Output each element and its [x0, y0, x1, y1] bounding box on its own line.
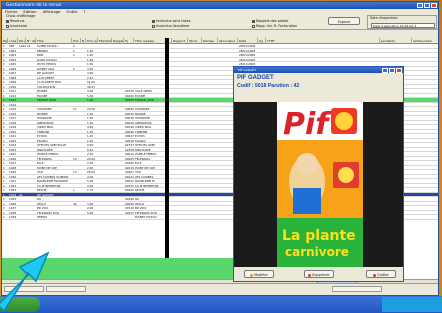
pointer-arrow-icon [0, 251, 50, 313]
checkbox[interactable] [6, 24, 9, 28]
product-dialog: PIF GADGET PIF GADGET Codif : 5018 Parut… [233, 66, 404, 282]
magazine-cover-image: Pif La plante carnivore [277, 102, 363, 267]
date-group-label: Date d'expiration [370, 16, 398, 20]
table-cell [124, 215, 134, 220]
checkbox[interactable] [152, 24, 155, 28]
table-cell: HEBDO [37, 215, 48, 219]
cover-logo: Pif [283, 107, 332, 142]
date-group: Date d'expiration Date d'expiration 01/0… [367, 15, 437, 29]
display-choice-label: Choix d'affichage [6, 14, 36, 18]
maximize-icon[interactable] [424, 3, 430, 8]
filter-option-revenus[interactable]: Revenus [6, 19, 24, 23]
expand-button[interactable]: Expand [328, 17, 360, 25]
table-cell [98, 215, 112, 220]
checkbox[interactable] [152, 19, 155, 23]
modify-button[interactable]: Modifier [244, 270, 274, 278]
filter-option-rapp-inv[interactable]: Rapp. Inv. R. Facturation [252, 24, 297, 28]
status-bar [2, 283, 438, 295]
table-cell [412, 215, 438, 220]
checkbox[interactable] [6, 19, 9, 23]
cover-subline: carnivore [285, 245, 349, 259]
column-divider [165, 38, 169, 284]
delete-button[interactable]: Supprimer [304, 270, 334, 278]
exit-icon [373, 273, 377, 277]
quit-button[interactable]: Quitter [366, 270, 396, 278]
system-tray [382, 297, 442, 312]
minimize-icon[interactable] [417, 3, 423, 8]
table-cell [172, 215, 188, 220]
dialog-separator [234, 91, 403, 102]
table-cell [188, 215, 202, 220]
close-icon[interactable] [396, 67, 402, 73]
minimize-icon[interactable] [382, 67, 388, 73]
table-cell: 1039 [9, 215, 17, 219]
dialog-title: PIF GADGET [238, 67, 257, 72]
checkbox[interactable] [252, 24, 255, 28]
filter-option-rappels[interactable]: Rappels des soldes [252, 19, 288, 23]
product-code: Codif : 5018 Parution : 42 [237, 83, 300, 89]
cover-viewer: Pif La plante carnivore [234, 102, 403, 267]
maximize-icon[interactable] [389, 67, 395, 73]
dialog-titlebar: PIF GADGET [234, 67, 403, 73]
filter-option-inventaire[interactable]: Inventaire [6, 24, 27, 28]
product-name: PIF GADGET [237, 75, 274, 81]
window-title: Gestionnaire de la revue [6, 3, 62, 8]
checkbox[interactable] [252, 19, 255, 23]
dialog-actions: Modifier Supprimer Quitter [234, 267, 403, 281]
table-cell [202, 215, 218, 220]
table-cell [18, 215, 26, 220]
filter-panel: Choix d'affichage Revenus Inventaire Inv… [2, 14, 438, 30]
status-cell [332, 286, 382, 292]
table-cell [26, 215, 36, 220]
close-icon[interactable] [431, 3, 437, 8]
edit-icon [250, 273, 254, 277]
delete-icon [308, 273, 312, 277]
table-cell [112, 215, 124, 220]
filter-option-invendus[interactable]: Invendus sans taxes [152, 19, 191, 23]
date-select[interactable]: Date d'expiration 01/01/01 à [371, 23, 435, 28]
cover-headline: La plante [282, 228, 356, 244]
table-cell [86, 215, 98, 220]
taskbar [0, 296, 442, 313]
table-cell [72, 215, 81, 220]
filter-option-invendus-2[interactable]: Invendus deuxième [152, 24, 189, 28]
main-titlebar: Gestionnaire de la revue [2, 2, 438, 9]
